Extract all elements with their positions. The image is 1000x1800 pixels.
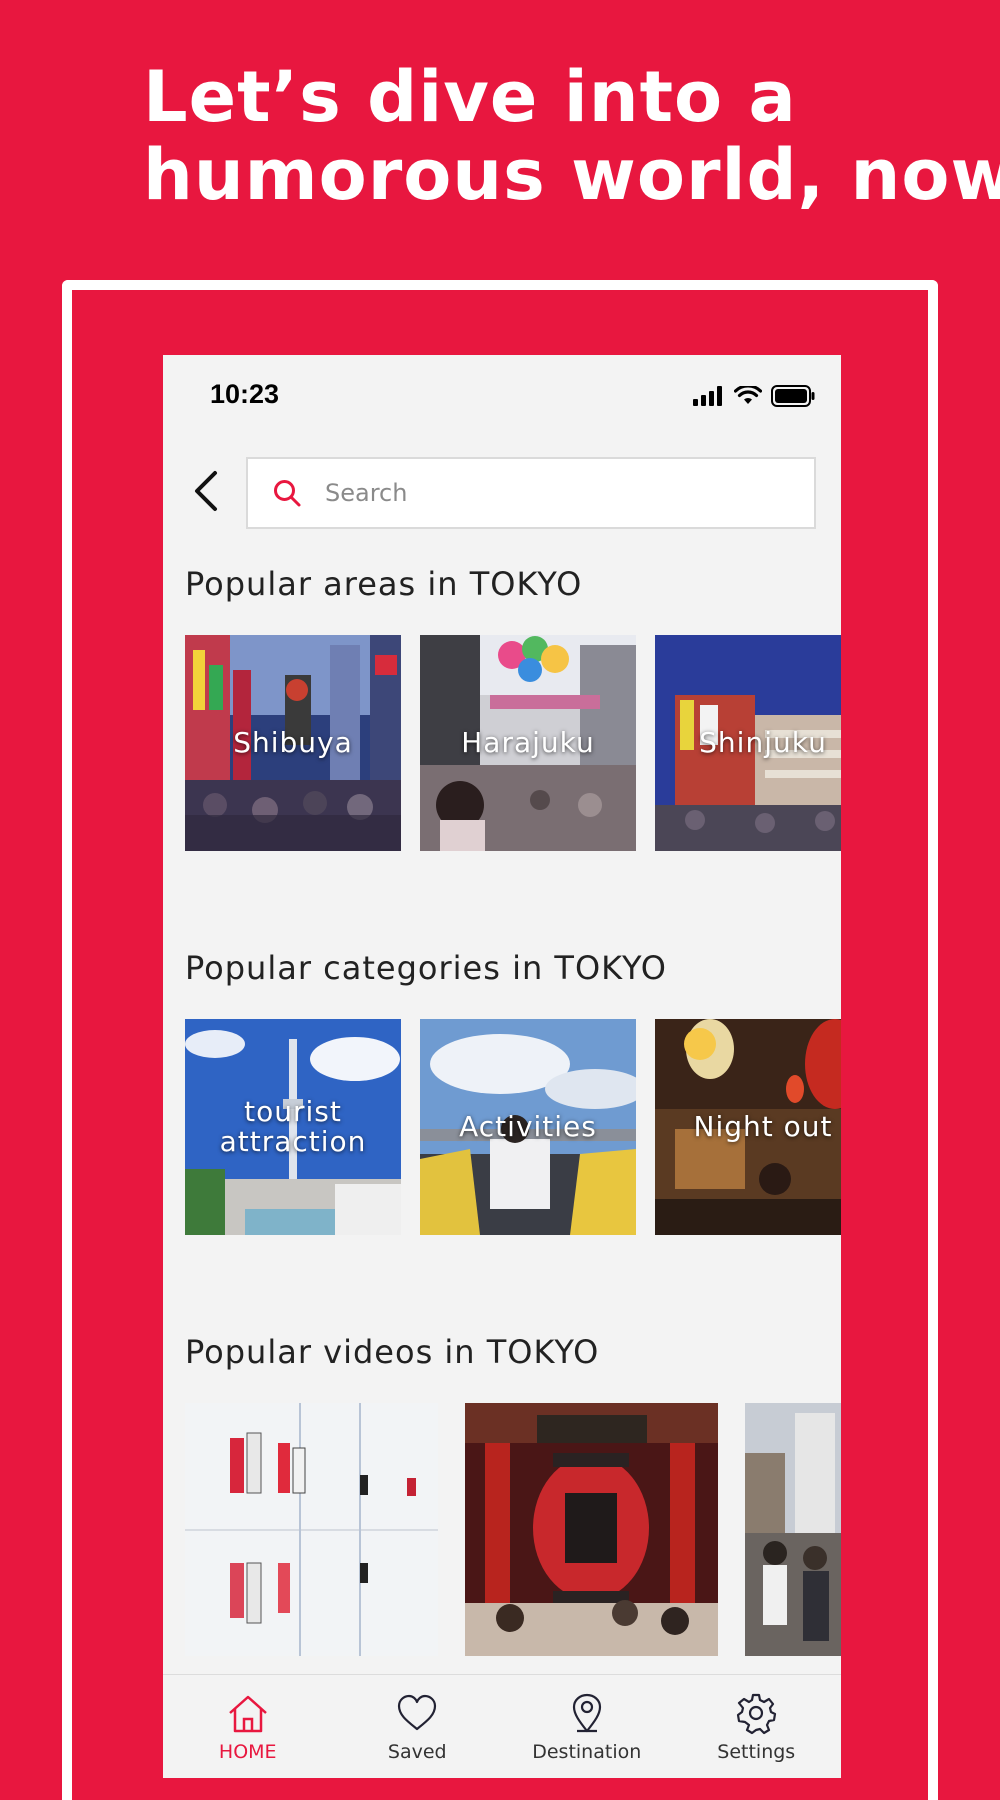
video-card[interactable] (465, 1403, 718, 1656)
signal-icon (693, 386, 722, 406)
tab-destination-label: Destination (532, 1741, 642, 1763)
phone-screen: 10:23 Popular areas in TOKYO (163, 355, 841, 1778)
headline-line-1: Let’s dive into a (143, 56, 797, 138)
category-label-activities: Activities (459, 1110, 597, 1143)
video-thumbnail-street (745, 1403, 841, 1656)
tab-saved[interactable]: Saved (342, 1675, 492, 1763)
area-label-harajuku: Harajuku (461, 726, 595, 759)
categories-section-title: Popular categories in TOKYO (185, 949, 667, 987)
tab-home-label: HOME (218, 1741, 277, 1763)
heart-icon (398, 1694, 437, 1731)
tab-settings-label: Settings (717, 1741, 796, 1763)
headline-line-2: humorous world, now (143, 134, 1000, 216)
video-thumbnail-mirror-exhibit (185, 1403, 438, 1656)
tab-settings[interactable]: Settings (681, 1675, 831, 1763)
tab-destination[interactable]: Destination (512, 1675, 662, 1763)
category-label-tourist-attraction: tourist attraction (219, 1095, 367, 1158)
search-input[interactable] (323, 478, 767, 508)
category-card-night-out[interactable]: Night out (655, 1019, 841, 1235)
gear-icon (737, 1693, 777, 1735)
areas-row[interactable]: Shibuya Harajuku Shinjuku (185, 635, 841, 851)
video-card[interactable] (185, 1403, 438, 1656)
map-pin-icon (572, 1693, 601, 1733)
search-icon (274, 480, 301, 507)
category-label-night-out: Night out (693, 1110, 833, 1143)
video-thumbnail-kaminarimon (465, 1403, 718, 1656)
battery-icon (771, 385, 815, 407)
area-label-shibuya: Shibuya (233, 726, 353, 759)
status-icons (693, 385, 815, 407)
category-card-activities[interactable]: Activities (420, 1019, 636, 1235)
area-card-harajuku[interactable]: Harajuku (420, 635, 636, 851)
area-card-shibuya[interactable]: Shibuya (185, 635, 401, 851)
videos-row[interactable] (185, 1403, 841, 1656)
home-icon (228, 1695, 267, 1733)
tab-bar: HOME Saved Destination Settings (163, 1674, 841, 1778)
headline: Let’s dive into a humorous world, now (143, 58, 1000, 214)
area-label-shinjuku: Shinjuku (699, 726, 827, 759)
wifi-icon (734, 386, 762, 404)
tab-home[interactable]: HOME (173, 1675, 323, 1763)
search-bar[interactable] (246, 457, 816, 529)
status-time: 10:23 (210, 379, 280, 409)
videos-section-title: Popular videos in TOKYO (185, 1333, 600, 1371)
areas-section-title: Popular areas in TOKYO (185, 565, 583, 603)
category-card-tourist-attraction[interactable]: tourist attraction (185, 1019, 401, 1235)
categories-row[interactable]: tourist attraction Activities Night out (185, 1019, 841, 1235)
area-card-shinjuku[interactable]: Shinjuku (655, 635, 841, 851)
back-chevron-icon[interactable] (187, 468, 227, 514)
tab-saved-label: Saved (387, 1741, 447, 1763)
video-card[interactable] (745, 1403, 841, 1656)
